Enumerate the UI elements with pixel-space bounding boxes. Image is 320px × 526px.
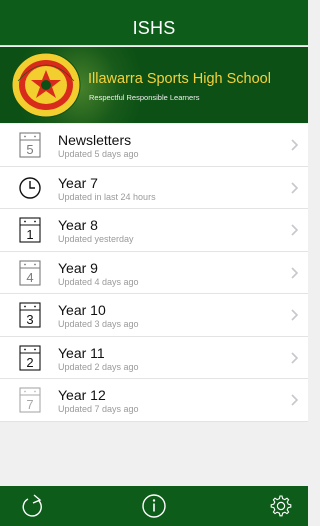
list-row-year-11[interactable]: 2 Year 11 Updated 2 days ago	[0, 337, 308, 379]
svg-text:5: 5	[26, 142, 33, 157]
row-title: Year 12	[58, 387, 106, 403]
school-crest-logo	[11, 52, 81, 118]
row-updated-text: Updated 2 days ago	[58, 361, 139, 372]
chevron-right-icon	[291, 224, 299, 236]
clock-icon	[19, 176, 41, 199]
settings-gear-icon[interactable]	[268, 493, 294, 519]
svg-text:3: 3	[26, 312, 33, 327]
list-row-newsletters[interactable]: 5 Newsletters Updated 5 days ago	[0, 124, 308, 167]
school-motto: Respectful Responsible Learners	[89, 93, 200, 102]
row-updated-text: Updated 3 days ago	[58, 319, 139, 329]
school-name: Illawarra Sports High School	[88, 71, 271, 87]
page-title: ISHS	[132, 18, 176, 38]
row-title: Year 11	[58, 344, 105, 361]
row-title: Year 8	[58, 217, 98, 233]
list-row-year-7[interactable]: Year 7 Updated in last 24 hours	[0, 167, 308, 209]
nav-bar: ISHS	[0, 0, 308, 46]
chevron-right-icon	[291, 181, 299, 194]
row-title: Year 9	[58, 259, 98, 276]
list-row-year-9[interactable]: 4 Year 9 Updated 4 days ago	[0, 252, 308, 294]
calendar-icon: 5	[19, 132, 41, 158]
calendar-icon: 4	[19, 259, 41, 286]
row-updated-text: Updated 5 days ago	[58, 149, 139, 159]
list-row-year-12[interactable]: 7 Year 12 Updated 7 days ago	[0, 379, 308, 422]
calendar-icon: 2	[19, 344, 41, 371]
calendar-icon: 1	[19, 217, 41, 243]
list-row-year-10[interactable]: 3 Year 10 Updated 3 days ago	[0, 294, 308, 337]
svg-text:7: 7	[26, 397, 33, 412]
bottom-toolbar	[0, 486, 308, 526]
svg-text:1: 1	[26, 227, 33, 242]
chevron-right-icon	[291, 139, 299, 151]
row-title: Year 10	[58, 302, 106, 318]
calendar-icon: 3	[19, 302, 41, 328]
chevron-right-icon	[291, 351, 299, 364]
chevron-right-icon	[291, 309, 299, 321]
row-updated-text: Updated 4 days ago	[58, 276, 139, 287]
row-title: Newsletters	[58, 132, 132, 148]
chevron-right-icon	[291, 394, 299, 406]
row-updated-text: Updated 7 days ago	[58, 404, 139, 414]
refresh-icon[interactable]	[20, 493, 46, 519]
chevron-right-icon	[291, 266, 299, 279]
row-updated-text: Updated yesterday	[58, 234, 134, 244]
school-banner: Illawarra Sports High School Respectful …	[0, 47, 308, 123]
row-title: Year 7	[58, 174, 98, 191]
folder-list: 5 Newsletters Updated 5 days ago Year 7 Upda…	[0, 124, 308, 422]
calendar-icon: 7	[19, 387, 41, 413]
info-icon[interactable]	[141, 493, 167, 519]
svg-text:2: 2	[26, 355, 33, 370]
list-row-year-8[interactable]: 1 Year 8 Updated yesterday	[0, 209, 308, 252]
row-updated-text: Updated in last 24 hours	[58, 191, 156, 202]
svg-text:4: 4	[26, 270, 33, 285]
